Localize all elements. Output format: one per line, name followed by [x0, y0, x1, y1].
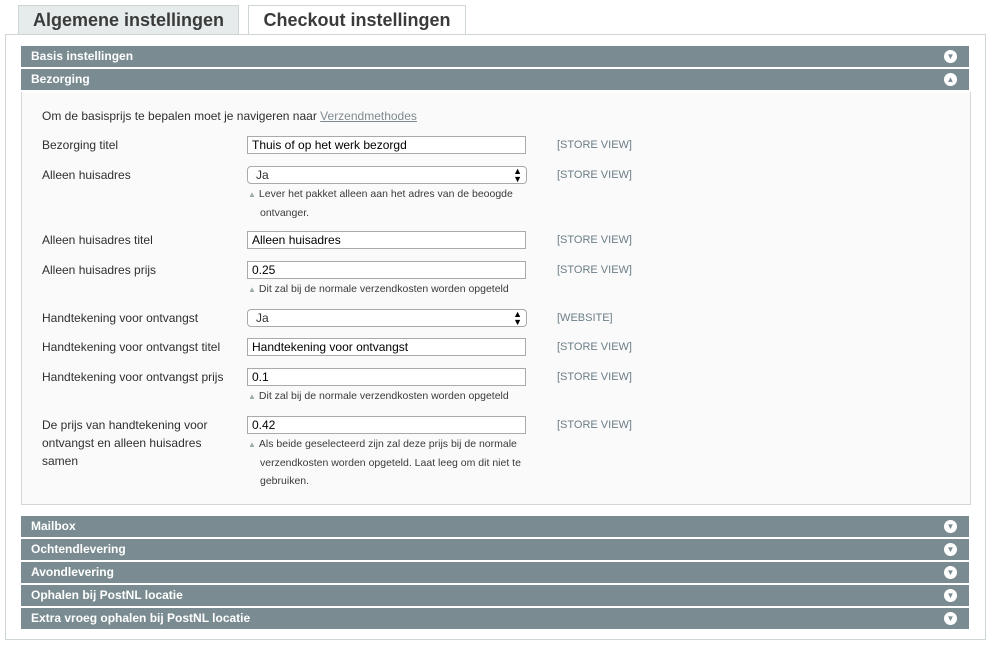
section-header-ophalen[interactable]: Ophalen bij PostNL locatie ▼	[21, 585, 969, 606]
alleen-huisadres-titel-input[interactable]	[247, 231, 526, 249]
section-title: Bezorging	[31, 72, 90, 86]
section-title: Mailbox	[31, 519, 76, 533]
note-triangle-icon: ▲	[248, 190, 256, 199]
label-alleen-huisadres: Alleen huisadres	[42, 168, 131, 182]
section-header-basis[interactable]: Basis instellingen ▼	[21, 46, 969, 67]
section-title: Basis instellingen	[31, 49, 134, 63]
field-note: ▲ Lever het pakket alleen aan het adres v…	[248, 188, 513, 219]
alleen-huisadres-prijs-input[interactable]	[247, 261, 526, 279]
label-handtekening-titel: Handtekening voor ontvangst titel	[42, 340, 221, 354]
label-alleen-huisadres-prijs: Alleen huisadres prijs	[42, 263, 157, 277]
chevron-down-icon[interactable]: ▼	[944, 566, 957, 579]
combi-prijs-input[interactable]	[247, 416, 526, 434]
intro-text: Om de basisprijs te bepalen moet je navi…	[42, 109, 417, 123]
scope-label: [STORE VIEW]	[557, 139, 632, 151]
label-handtekening: Handtekening voor ontvangst	[42, 311, 199, 325]
tab-general-settings[interactable]: Algemene instellingen	[18, 5, 239, 35]
label-bezorging-titel: Bezorging titel	[42, 138, 119, 152]
note-triangle-icon: ▲	[248, 392, 256, 401]
field-note: ▲ Dit zal bij de normale verzendkosten wo…	[248, 283, 509, 295]
scope-label: [WEBSITE]	[557, 312, 613, 324]
scope-label: [STORE VIEW]	[557, 419, 632, 431]
label-combi-prijs: De prijs van handtekening voor ontvangst…	[42, 418, 208, 468]
chevron-up-icon[interactable]: ▲	[944, 73, 957, 86]
section-header-bezorging[interactable]: Bezorging ▲	[21, 69, 969, 90]
scope-label: [STORE VIEW]	[557, 341, 632, 353]
section-header-avondlevering[interactable]: Avondlevering ▼	[21, 562, 969, 583]
field-note: ▲ Als beide geselecteerd zijn zal deze pr…	[248, 438, 521, 487]
chevron-down-icon[interactable]: ▼	[944, 520, 957, 533]
section-title: Ochtendlevering	[31, 542, 126, 556]
select-arrows-icon: ▲ ▼	[513, 309, 522, 327]
chevron-down-icon[interactable]: ▼	[944, 543, 957, 556]
select-arrows-icon: ▲ ▼	[513, 166, 522, 184]
section-header-extra-vroeg[interactable]: Extra vroeg ophalen bij PostNL locatie ▼	[21, 608, 969, 629]
handtekening-select[interactable]: Ja ▲ ▼	[247, 309, 527, 327]
handtekening-prijs-input[interactable]	[247, 368, 526, 386]
settings-panel: Basis instellingen ▼ Bezorging ▲ Om de b…	[5, 34, 986, 640]
section-title: Avondlevering	[31, 565, 114, 579]
scope-label: [STORE VIEW]	[557, 264, 632, 276]
scope-label: [STORE VIEW]	[557, 371, 632, 383]
verzendmethodes-link[interactable]: Verzendmethodes	[320, 109, 417, 123]
note-triangle-icon: ▲	[248, 440, 256, 449]
chevron-down-icon[interactable]: ▼	[944, 612, 957, 625]
handtekening-titel-input[interactable]	[247, 338, 526, 356]
tab-checkout-settings[interactable]: Checkout instellingen	[248, 5, 466, 36]
chevron-down-icon[interactable]: ▼	[944, 589, 957, 602]
section-title: Ophalen bij PostNL locatie	[31, 588, 183, 602]
section-header-mailbox[interactable]: Mailbox ▼	[21, 516, 969, 537]
alleen-huisadres-select[interactable]: Ja ▲ ▼	[247, 166, 527, 184]
chevron-down-icon[interactable]: ▼	[944, 50, 957, 63]
label-handtekening-prijs: Handtekening voor ontvangst prijs	[42, 370, 224, 384]
note-triangle-icon: ▲	[248, 285, 256, 294]
scope-label: [STORE VIEW]	[557, 234, 632, 246]
scope-label: [STORE VIEW]	[557, 169, 632, 181]
section-title: Extra vroeg ophalen bij PostNL locatie	[31, 611, 251, 625]
bezorging-titel-input[interactable]	[247, 136, 526, 154]
section-header-ochtendlevering[interactable]: Ochtendlevering ▼	[21, 539, 969, 560]
field-note: ▲ Dit zal bij de normale verzendkosten wo…	[248, 390, 509, 402]
label-alleen-huisadres-titel: Alleen huisadres titel	[42, 233, 153, 247]
